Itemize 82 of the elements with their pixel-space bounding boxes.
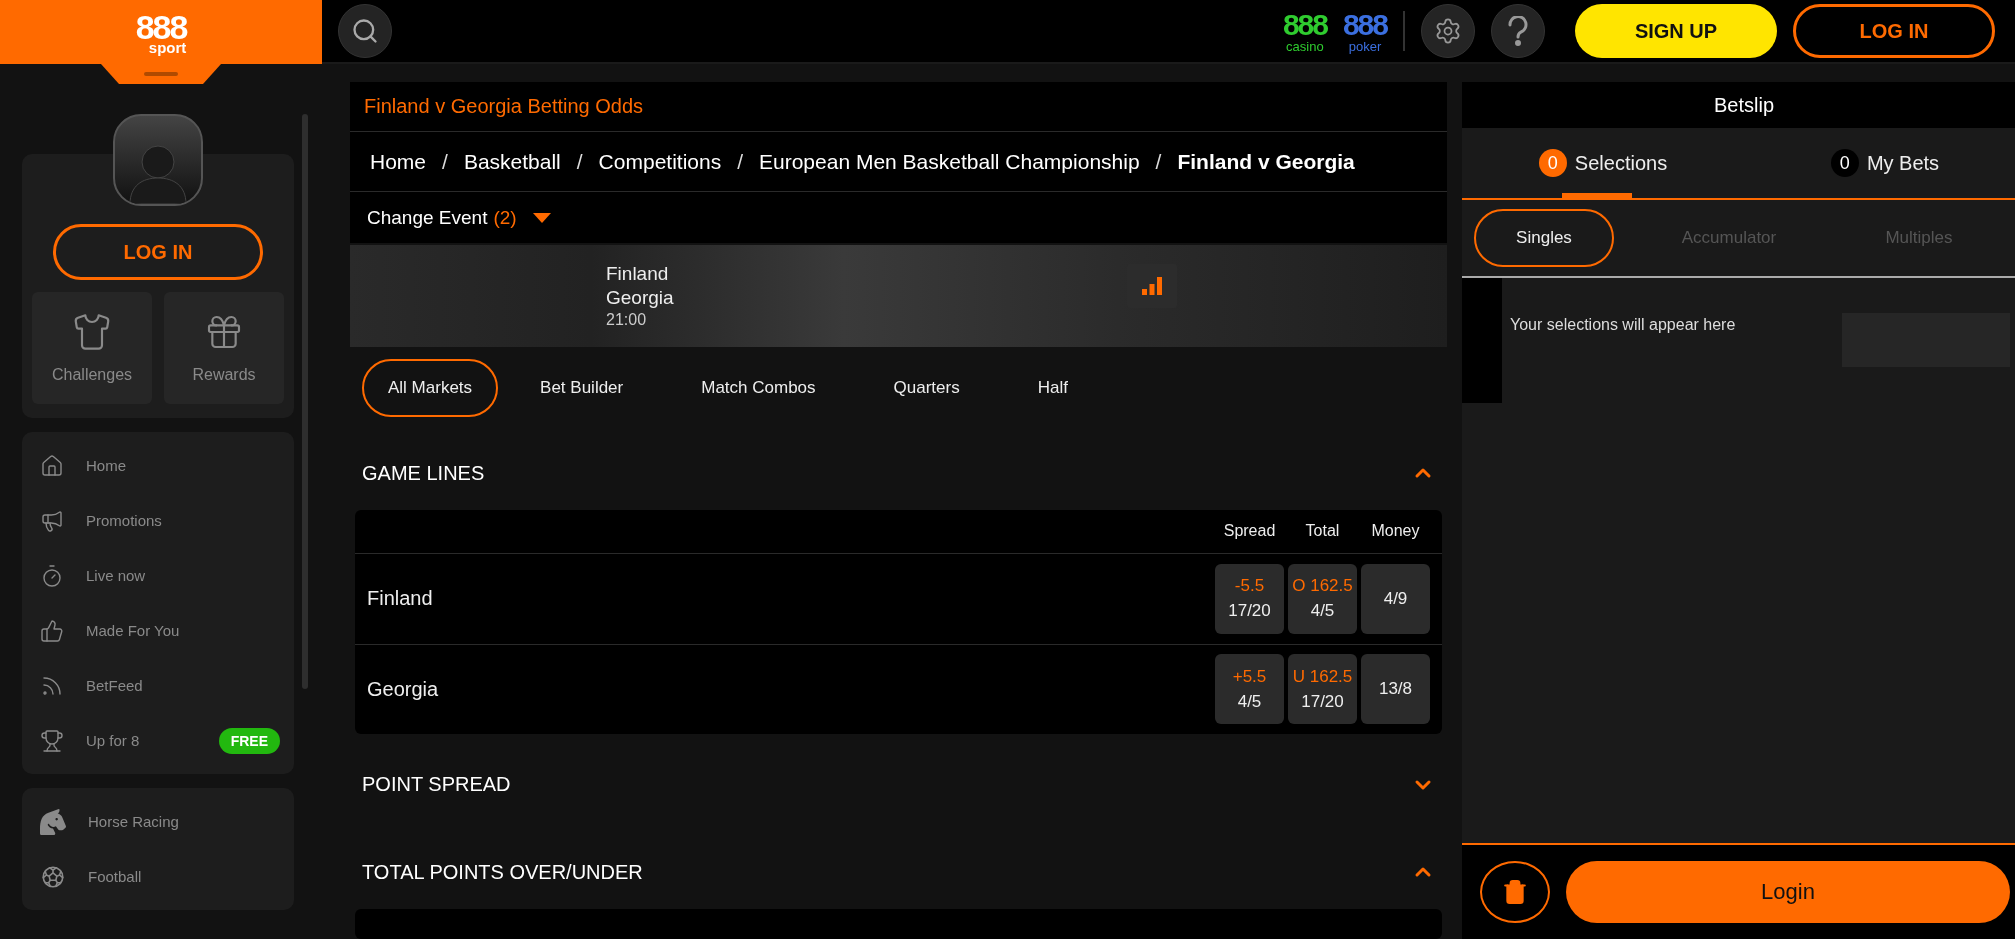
odds-button[interactable]: U 162.5 17/20 bbox=[1288, 654, 1357, 725]
nav-label: Football bbox=[88, 868, 143, 885]
market-tab[interactable]: Half bbox=[1011, 358, 1094, 417]
caret-down-icon bbox=[530, 210, 553, 225]
megaphone-icon bbox=[40, 508, 64, 533]
sport-item[interactable]: Horse Racing bbox=[22, 794, 294, 849]
thumbs-up-icon bbox=[40, 618, 64, 643]
scrollbar[interactable] bbox=[302, 114, 308, 689]
breadcrumb-separator: / bbox=[576, 149, 583, 174]
nav-label: Up for 8 bbox=[86, 732, 141, 749]
trash-button[interactable] bbox=[1480, 861, 1550, 923]
rewards-tile[interactable]: Rewards bbox=[164, 292, 284, 404]
market-title: GAME LINES bbox=[362, 461, 485, 485]
team-name: Finland bbox=[367, 587, 434, 611]
odds-button[interactable]: 13/8 bbox=[1361, 654, 1430, 725]
team-name: Finland bbox=[606, 262, 670, 285]
breadcrumb-link[interactable]: European Men Basketball Championship bbox=[759, 149, 1140, 174]
shirt-icon bbox=[72, 312, 112, 352]
change-event-button[interactable]: Change Event (2) bbox=[350, 192, 1447, 243]
betslip-title: Betslip bbox=[1462, 82, 2015, 128]
market-title: POINT SPREAD bbox=[362, 773, 511, 797]
team-name: Georgia bbox=[367, 677, 440, 701]
free-badge: FREE bbox=[218, 727, 280, 754]
house-icon bbox=[40, 453, 64, 478]
team-name: Georgia bbox=[606, 286, 675, 309]
search-icon bbox=[351, 17, 379, 45]
market-tab[interactable]: All Markets bbox=[362, 358, 499, 417]
market-tab[interactable]: Match Combos bbox=[675, 358, 842, 417]
nav-label: Home bbox=[86, 457, 127, 474]
nav-label: BetFeed bbox=[86, 677, 144, 694]
column-header: Total bbox=[1304, 522, 1341, 541]
breadcrumb-link[interactable]: Finland v Georgia bbox=[1177, 149, 1355, 174]
market-title: TOTAL POINTS OVER/UNDER bbox=[362, 860, 643, 884]
nav-label: Made For You bbox=[86, 622, 181, 639]
settings-button[interactable] bbox=[1421, 4, 1475, 58]
column-header: Spread bbox=[1222, 522, 1277, 541]
rewards-tile[interactable]: Challenges bbox=[32, 292, 152, 404]
brand-link[interactable]: 888 poker bbox=[1342, 9, 1387, 53]
breadcrumb-separator: / bbox=[1155, 149, 1162, 174]
betslip-tab[interactable]: 0 My Bets bbox=[1744, 128, 2015, 198]
betslip-tab[interactable]: 0 Selections bbox=[1462, 128, 1744, 198]
sport-item[interactable]: Football bbox=[22, 849, 294, 904]
nav-label: Live now bbox=[86, 567, 147, 584]
breadcrumb-separator: / bbox=[737, 149, 743, 174]
market-tab[interactable]: Bet Builder bbox=[514, 358, 650, 417]
column-header: Money bbox=[1370, 522, 1421, 541]
bar-chart-icon bbox=[1141, 275, 1163, 296]
nav-label: Horse Racing bbox=[88, 813, 180, 830]
brand-link[interactable]: 888 casino bbox=[1282, 9, 1327, 53]
nav-item[interactable]: Promotions bbox=[22, 493, 294, 548]
odds-button[interactable]: -5.5 17/20 bbox=[1215, 563, 1284, 634]
breadcrumb-link[interactable]: Basketball bbox=[463, 149, 561, 174]
breadcrumb-link[interactable]: Competitions bbox=[598, 149, 722, 174]
trophy-icon bbox=[40, 728, 64, 753]
nav-item[interactable]: Made For You bbox=[22, 603, 294, 658]
bet-type-tab[interactable]: Singles bbox=[1474, 209, 1614, 267]
login-button[interactable]: Login bbox=[1566, 861, 2010, 923]
nav-item[interactable]: Live now bbox=[22, 548, 294, 603]
login-button[interactable]: LOG IN bbox=[1793, 4, 1995, 58]
search-button[interactable] bbox=[338, 4, 392, 58]
breadcrumb-separator: / bbox=[442, 149, 448, 174]
odds-button[interactable]: 4/9 bbox=[1361, 563, 1430, 634]
market-tab[interactable]: Quarters bbox=[867, 358, 986, 417]
nav-item[interactable]: Up for 8 FREE bbox=[22, 713, 294, 768]
settings-icon bbox=[1434, 17, 1462, 45]
stopwatch-icon bbox=[40, 563, 64, 588]
odds-button[interactable]: O 162.5 4/5 bbox=[1288, 563, 1357, 634]
horse-head-icon bbox=[40, 808, 66, 835]
empty-message: Your selections will appear here bbox=[1510, 316, 1736, 334]
football-icon bbox=[40, 863, 66, 890]
nav-label: Promotions bbox=[86, 512, 163, 529]
nav-item[interactable]: BetFeed bbox=[22, 658, 294, 713]
help-button[interactable] bbox=[1491, 4, 1545, 58]
nav-item[interactable]: Home bbox=[22, 438, 294, 493]
odds-button[interactable]: +5.5 4/5 bbox=[1215, 654, 1284, 725]
breadcrumb-link[interactable]: Home bbox=[370, 149, 427, 174]
trash-icon bbox=[1502, 879, 1528, 905]
login-button[interactable]: LOG IN bbox=[53, 224, 263, 280]
page-title: Finland v Georgia Betting Odds bbox=[350, 82, 1447, 133]
event-time: 21:00 bbox=[606, 310, 648, 329]
sign-up-button[interactable]: SIGN UP bbox=[1575, 4, 1777, 58]
question-mark-icon bbox=[1507, 16, 1529, 46]
